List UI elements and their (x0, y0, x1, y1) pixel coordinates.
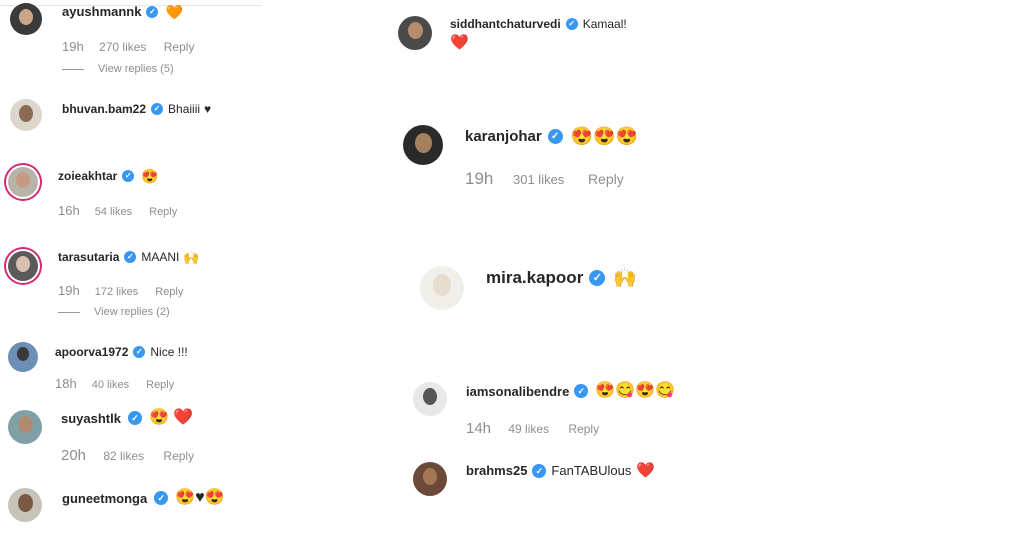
verified-icon: ✓ (589, 270, 606, 286)
username[interactable]: mira.kapoor (486, 268, 583, 288)
avatar[interactable] (398, 16, 432, 50)
likes-count[interactable]: 49 likes (508, 422, 549, 436)
reply-button[interactable]: Reply (155, 286, 183, 298)
timestamp: 14h (466, 420, 492, 437)
comment-emoji: 🙌 (613, 267, 637, 289)
username[interactable]: tarasutaria (58, 250, 119, 264)
comment-emoji: ♥ (204, 102, 212, 116)
timestamp: 20h (61, 447, 87, 464)
comment-emoji: 😍 (141, 168, 159, 184)
verified-icon: ✓ (127, 411, 142, 425)
avatar[interactable] (413, 462, 447, 496)
comment-emoji: 🙌 (183, 249, 200, 265)
comment-emoji: 😍 ❤️ (148, 409, 194, 426)
likes-count[interactable]: 40 likes (92, 379, 129, 391)
avatar[interactable] (8, 342, 38, 372)
avatar[interactable] (8, 251, 38, 281)
username[interactable]: karanjohar (465, 128, 542, 145)
avatar[interactable] (10, 3, 42, 35)
avatar[interactable] (8, 488, 42, 522)
timestamp: 18h (55, 376, 77, 391)
verified-icon: ✓ (122, 170, 135, 182)
verified-icon: ✓ (154, 491, 169, 505)
heart-icon: ❤️ (450, 34, 469, 51)
comment-emoji: 😍♥😍 (175, 489, 225, 506)
reply-button[interactable]: Reply (163, 449, 194, 463)
comment-text: Kamaal! (582, 17, 627, 31)
timestamp: 16h (58, 203, 80, 218)
avatar[interactable] (420, 266, 464, 310)
view-replies-button[interactable]: View replies (5) (62, 63, 174, 75)
replies-dash (58, 311, 80, 313)
reply-button[interactable]: Reply (568, 422, 599, 436)
verified-icon: ✓ (146, 5, 159, 18)
replies-dash (62, 68, 84, 70)
timestamp: 19h (465, 169, 494, 188)
username[interactable]: apoorva1972 (55, 345, 128, 359)
verified-icon: ✓ (565, 18, 578, 30)
reply-button[interactable]: Reply (146, 379, 174, 391)
avatar[interactable] (8, 167, 38, 197)
comment-emoji: 🧡 (165, 3, 183, 20)
username[interactable]: siddhantchaturvedi (450, 17, 561, 31)
comment-emoji: 😍😋😍😋 (595, 382, 675, 399)
likes-count[interactable]: 301 likes (513, 172, 564, 187)
likes-count[interactable]: 172 likes (95, 286, 138, 298)
avatar[interactable] (403, 125, 443, 165)
verified-icon: ✓ (574, 384, 589, 398)
view-replies-button[interactable]: View replies (2) (58, 306, 170, 318)
likes-count[interactable]: 54 likes (95, 206, 132, 218)
comment-text: FanTABUlous (551, 463, 632, 478)
avatar[interactable] (10, 99, 42, 131)
view-replies-label: View replies (2) (94, 306, 170, 318)
verified-icon: ✓ (547, 128, 563, 144)
comment-emoji: ❤️ (636, 462, 656, 479)
comment-emoji: 😍😍😍 (570, 126, 638, 146)
reply-button[interactable]: Reply (149, 206, 177, 218)
reply-button[interactable]: Reply (164, 40, 195, 54)
comment-text: MAANI (141, 250, 180, 264)
username[interactable]: bhuvan.bam22 (62, 102, 146, 116)
verified-icon: ✓ (124, 251, 137, 263)
likes-count[interactable]: 270 likes (99, 40, 146, 54)
username[interactable]: ayushmannk (62, 4, 141, 19)
timestamp: 19h (58, 283, 80, 298)
username[interactable]: suyashtlk (61, 411, 121, 426)
view-replies-label: View replies (5) (98, 63, 174, 75)
likes-count[interactable]: 82 likes (103, 449, 144, 463)
reply-button[interactable]: Reply (588, 171, 624, 187)
timestamp: 19h (62, 39, 84, 54)
avatar[interactable] (8, 410, 42, 444)
comment-text: Nice !!! (150, 345, 188, 359)
verified-icon: ✓ (133, 346, 146, 358)
username[interactable]: iamsonalibendre (466, 384, 569, 399)
verified-icon: ✓ (151, 103, 164, 115)
username[interactable]: zoieakhtar (58, 169, 117, 183)
username[interactable]: brahms25 (466, 463, 527, 478)
verified-icon: ✓ (532, 463, 547, 478)
avatar[interactable] (413, 382, 447, 416)
comment-text: Bhaiiii (168, 102, 201, 116)
username[interactable]: guneetmonga (62, 491, 147, 506)
